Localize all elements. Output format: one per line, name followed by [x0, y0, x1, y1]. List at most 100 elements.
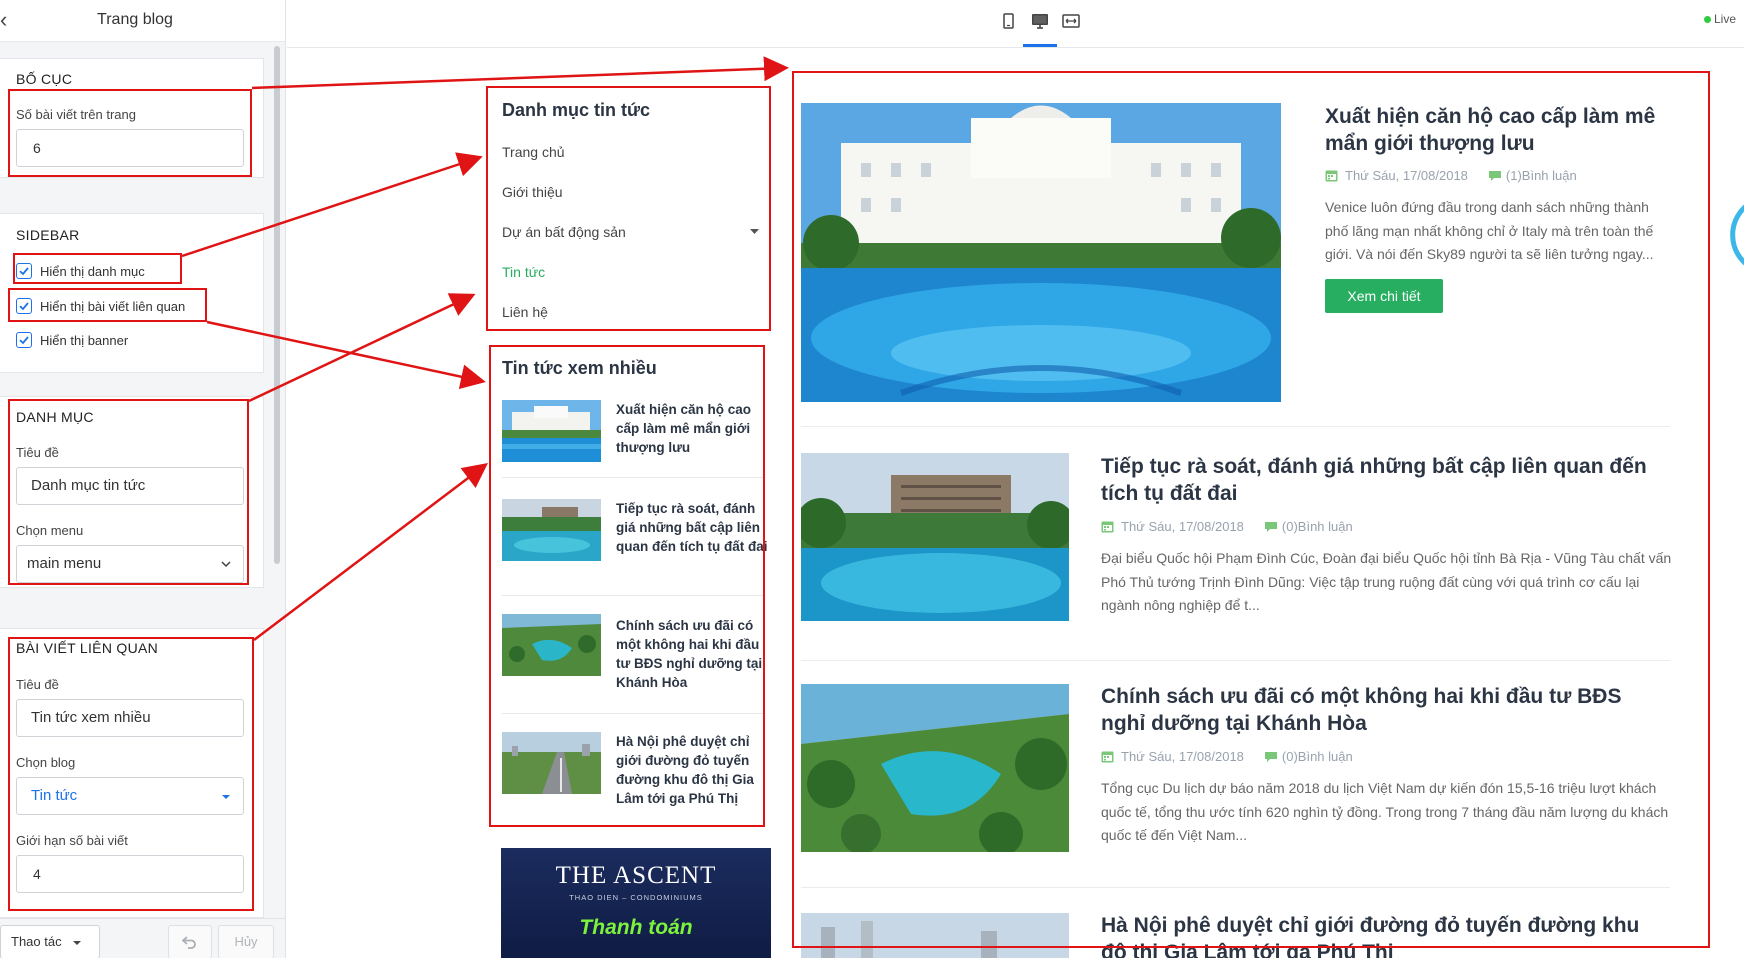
post-image[interactable]	[801, 913, 1069, 958]
banner-subtitle: THAO DIEN – CONDOMINIUMS	[569, 893, 703, 902]
menu-item-about[interactable]: Giới thiệu	[502, 184, 563, 200]
category-title: DANH MỤC	[16, 409, 94, 425]
desktop-icon[interactable]	[1030, 12, 1050, 30]
post-meta: Thứ Sáu, 17/08/2018 (1)Bình luận	[1325, 168, 1577, 183]
banner-brand: THE ASCENT	[555, 862, 717, 889]
popular-item-title[interactable]: Hà Nội phê duyệt chỉ giới đường đỏ tuyến…	[616, 732, 771, 808]
blog-select-value: Tin tức	[31, 787, 78, 804]
comment-icon	[1264, 521, 1277, 532]
menu-select-value: main menu	[27, 555, 102, 572]
active-device-indicator	[1023, 44, 1057, 47]
chevron-left-icon[interactable]: ‹	[0, 8, 14, 32]
category-title-input[interactable]: Danh mục tin tức	[16, 467, 244, 505]
post-meta: Thứ Sáu, 17/08/2018 (0)Bình luận	[1101, 749, 1353, 764]
caret-down-icon	[73, 941, 81, 945]
post-comments[interactable]: (0)Bình luận	[1282, 519, 1353, 534]
undo-button[interactable]	[168, 925, 212, 958]
show-banner-label: Hiển thị banner	[40, 332, 129, 348]
limit-input[interactable]: 4	[16, 855, 244, 893]
calendar-icon	[1101, 751, 1114, 763]
category-title-label: Tiêu đề	[16, 445, 59, 460]
post-title[interactable]: Xuất hiện căn hộ cao cấp làm mê mẩn giới…	[1325, 103, 1665, 157]
popular-thumb[interactable]	[502, 400, 601, 462]
divider	[502, 595, 764, 596]
sidebar-section: SIDEBAR Hiển thị danh mục Hiển thị bài v…	[0, 213, 264, 373]
show-related-option[interactable]: Hiển thị bài viết liên quan	[16, 296, 185, 316]
cancel-button[interactable]: Hủy	[218, 925, 274, 958]
related-title: BÀI VIẾT LIÊN QUAN	[16, 640, 159, 656]
mobile-icon[interactable]	[998, 12, 1018, 30]
divider	[801, 426, 1670, 427]
blog-select-label: Chọn blog	[16, 755, 76, 770]
sidebar-title: SIDEBAR	[16, 227, 80, 243]
popular-thumb[interactable]	[502, 732, 601, 794]
banner-payment: Thanh toán	[579, 916, 693, 939]
post-title[interactable]: Hà Nội phê duyệt chỉ giới đường đỏ tuyến…	[1101, 912, 1661, 958]
show-categories-label: Hiển thị danh mục	[40, 263, 145, 279]
panel-scrollbar[interactable]	[274, 46, 280, 564]
layout-section: BỐ CỤC Số bài viết trên trang 6	[0, 58, 264, 178]
show-banner-option[interactable]: Hiển thị banner	[16, 330, 128, 350]
popular-item-title[interactable]: Tiếp tục rà soát, đánh giá những bất cập…	[616, 499, 771, 556]
undo-icon	[182, 936, 196, 949]
calendar-icon	[1101, 521, 1114, 533]
menu-item-home[interactable]: Trang chủ	[502, 144, 565, 160]
check-icon[interactable]	[16, 332, 32, 348]
menu-select-label: Chọn menu	[16, 523, 84, 538]
post-title[interactable]: Tiếp tục rà soát, đánh giá những bất cập…	[1101, 453, 1661, 507]
post-image[interactable]	[801, 453, 1069, 621]
menu-item-news[interactable]: Tin tức	[502, 264, 545, 280]
live-status-dot	[1704, 16, 1711, 23]
menu-item-contact[interactable]: Liên hệ	[502, 304, 548, 320]
fullwidth-icon[interactable]	[1061, 12, 1081, 30]
divider	[801, 660, 1670, 661]
post-excerpt: Đại biểu Quốc hội Phạm Đình Cúc, Đoàn đạ…	[1101, 550, 1672, 613]
popular-thumb[interactable]	[502, 499, 601, 561]
menu-select[interactable]: main menu	[16, 545, 244, 583]
post-excerpt: Venice luôn đứng đầu trong danh sách nhữ…	[1325, 199, 1654, 262]
popular-item-title[interactable]: Chính sách ưu đãi có một không hai khi đ…	[616, 616, 771, 692]
popular-item-title[interactable]: Xuất hiện căn hộ cao cấp làm mê mẩn giới…	[616, 400, 766, 457]
category-section: DANH MỤC Tiêu đề Danh mục tin tức Chọn m…	[0, 396, 264, 588]
settings-panel: ‹ Trang blog BỐ CỤC Số bài viết trên tra…	[0, 0, 286, 958]
panel-header: ‹ Trang blog	[0, 0, 285, 42]
posts-per-page-input[interactable]: 6	[16, 129, 244, 167]
divider	[502, 713, 764, 714]
show-related-label: Hiển thị bài viết liên quan	[40, 298, 186, 314]
show-categories-option[interactable]: Hiển thị danh mục	[16, 261, 145, 281]
sidebar-banner[interactable]: THE ASCENT THAO DIEN – CONDOMINIUMS Than…	[501, 848, 771, 958]
post-image[interactable]	[801, 684, 1069, 852]
menu-item-projects[interactable]: Dự án bất động sản	[502, 224, 626, 240]
blog-select[interactable]: Tin tức	[16, 777, 244, 815]
post-title[interactable]: Chính sách ưu đãi có một không hai khi đ…	[1101, 683, 1661, 737]
caret-down-icon	[222, 795, 230, 799]
check-icon[interactable]	[16, 298, 32, 314]
comment-icon	[1264, 751, 1277, 762]
related-title-label: Tiêu đề	[16, 677, 59, 692]
check-icon[interactable]	[16, 263, 32, 279]
actions-dropdown[interactable]: Thao tác	[0, 925, 100, 958]
annotation-box	[486, 86, 771, 331]
post-date: Thứ Sáu, 17/08/2018	[1121, 519, 1244, 534]
post-comments[interactable]: (1)Bình luận	[1506, 168, 1577, 183]
categories-widget-title: Danh mục tin tức	[502, 100, 651, 120]
post-date: Thứ Sáu, 17/08/2018	[1121, 749, 1244, 764]
loading-indicator	[1730, 204, 1744, 266]
related-title-input[interactable]: Tin tức xem nhiều	[16, 699, 244, 737]
layout-title: BỐ CỤC	[16, 71, 73, 87]
caret-down-icon[interactable]	[750, 229, 759, 235]
post-meta: Thứ Sáu, 17/08/2018 (0)Bình luận	[1101, 519, 1353, 534]
comment-icon	[1488, 170, 1501, 181]
divider	[502, 477, 764, 478]
post-date: Thứ Sáu, 17/08/2018	[1345, 168, 1468, 183]
post-comments[interactable]: (0)Bình luận	[1282, 749, 1353, 764]
limit-label: Giới hạn số bài viết	[16, 833, 128, 848]
divider	[801, 887, 1670, 888]
read-more-button[interactable]: Xem chi tiết	[1325, 279, 1443, 313]
panel-title: Trang blog	[97, 11, 173, 28]
calendar-icon	[1325, 170, 1338, 182]
post-image[interactable]	[801, 103, 1281, 402]
actions-label: Thao tác	[11, 934, 62, 949]
popular-thumb[interactable]	[502, 614, 601, 676]
post-excerpt: Tổng cục Du lịch dự báo năm 2018 du lịch…	[1101, 780, 1669, 843]
